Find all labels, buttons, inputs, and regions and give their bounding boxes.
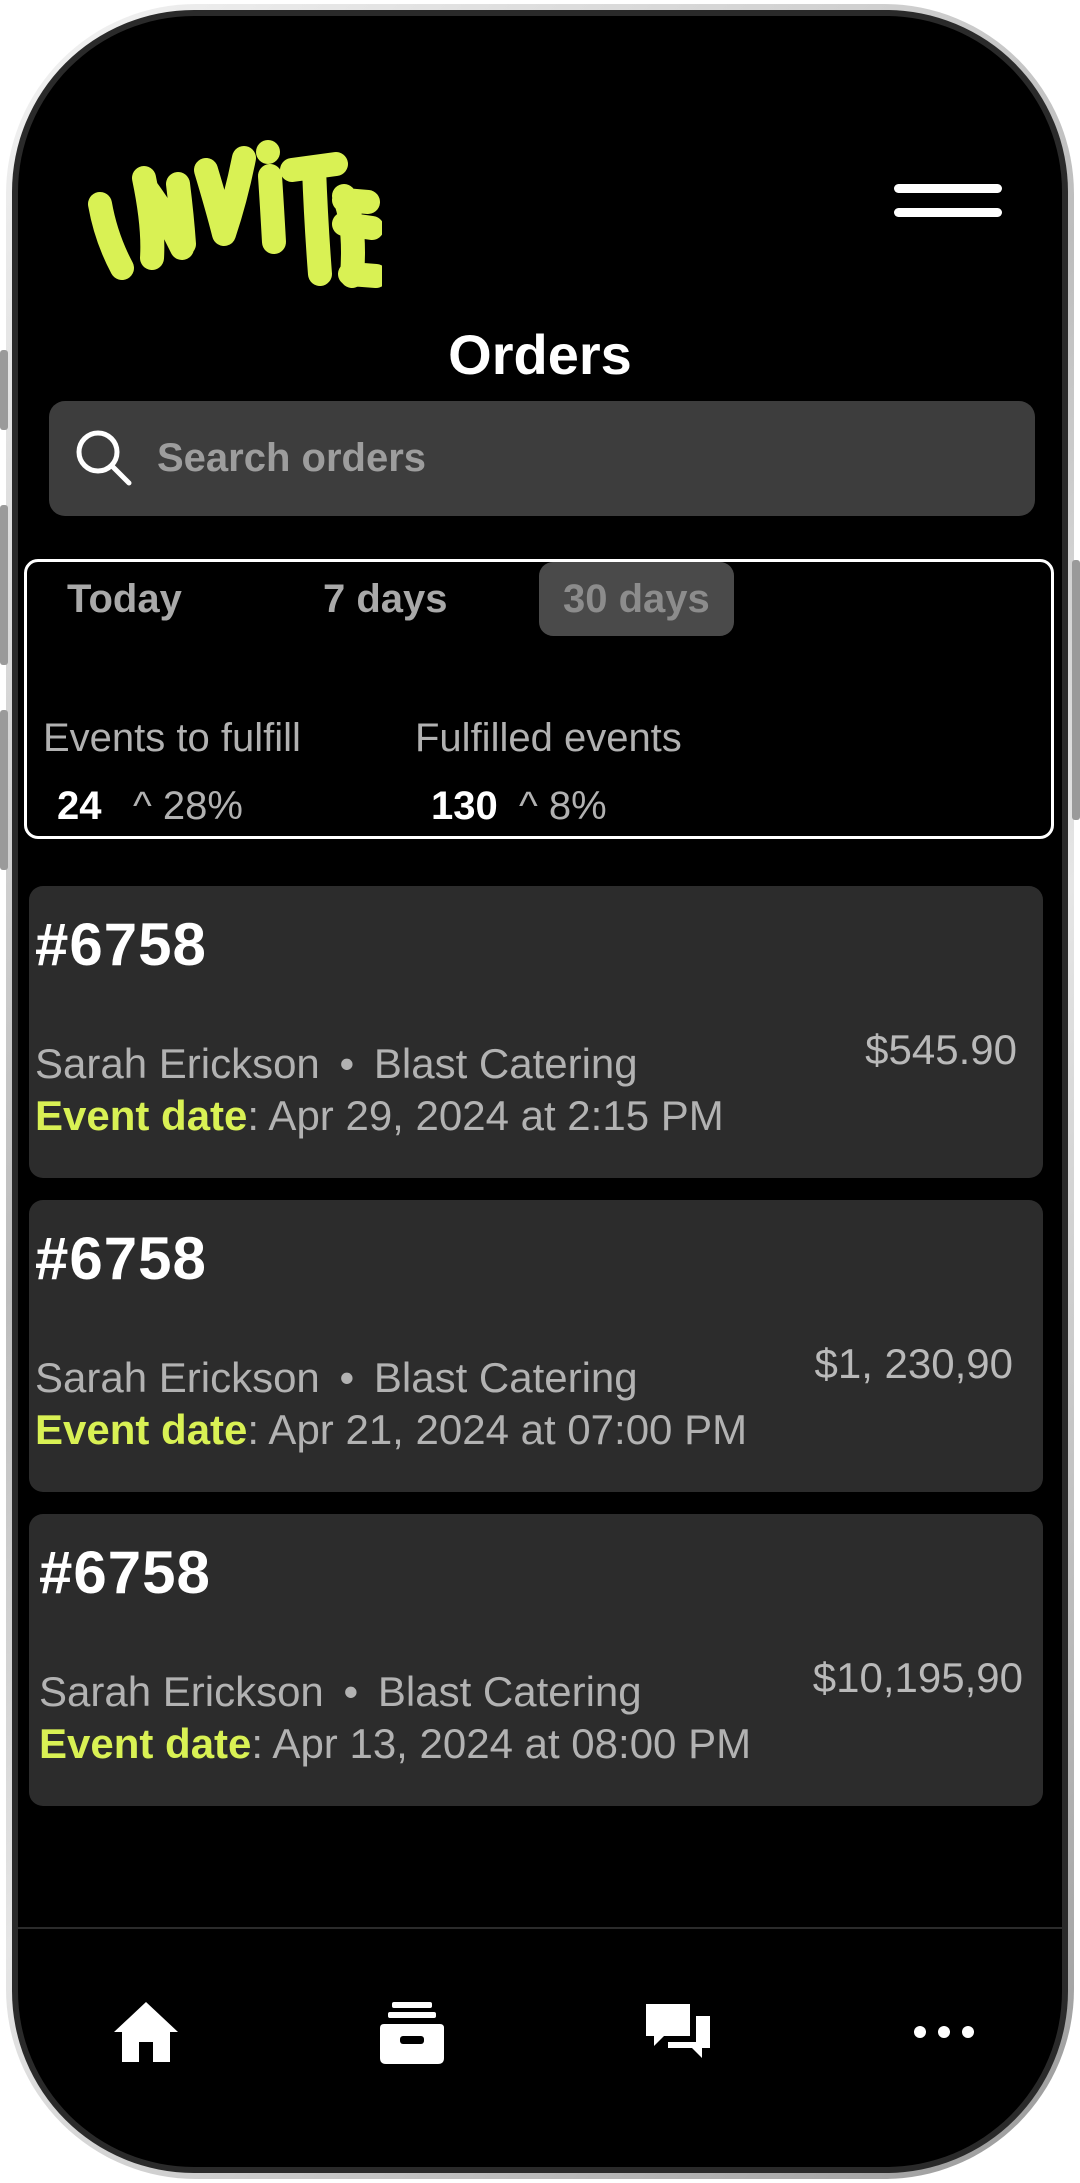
hamburger-menu-icon [894, 208, 1002, 217]
stat-value-fulfilled-events: 130 [431, 784, 498, 828]
order-event-date: Event date: Apr 21, 2024 at 07:00 PM [35, 1406, 747, 1454]
app-screen: Orders Today 7 days 30 days Events to fu… [18, 16, 1062, 2167]
order-id: #6758 [39, 1539, 211, 1606]
order-id: #6758 [35, 911, 207, 978]
order-vendor: Blast Catering [373, 1040, 638, 1087]
order-amount: $545.90 [865, 1026, 1017, 1073]
stat-change-events-to-fulfill: ^ 28% [133, 784, 243, 828]
stat-label-fulfilled-events: Fulfilled events [415, 716, 682, 760]
more-dots-icon [914, 2026, 974, 2038]
order-customer-vendor: Sarah Erickson • Blast Catering [35, 1040, 638, 1088]
nav-orders[interactable] [376, 1996, 448, 2068]
phone-side-button [0, 505, 8, 665]
order-stats-panel: Today 7 days 30 days Events to fulfill 2… [24, 559, 1054, 839]
order-event-date: Event date: Apr 29, 2024 at 2:15 PM [35, 1092, 724, 1140]
event-date-value: : Apr 29, 2024 at 2:15 PM [247, 1092, 724, 1139]
order-separator: • [339, 1354, 355, 1401]
order-id: #6758 [35, 1225, 207, 1292]
page-title: Orders [448, 323, 632, 386]
nav-more[interactable] [908, 1996, 980, 2068]
search-bar[interactable] [49, 401, 1035, 516]
stat-change-fulfilled-events: ^ 8% [519, 784, 607, 828]
order-vendor: Blast Catering [377, 1668, 642, 1715]
menu-button[interactable] [894, 184, 1002, 244]
phone-side-button [0, 350, 8, 430]
order-card[interactable]: #6758 Sarah Erickson • Blast Catering Ev… [29, 1514, 1043, 1806]
order-separator: • [343, 1668, 359, 1715]
phone-side-button [1072, 560, 1080, 820]
order-separator: • [339, 1040, 355, 1087]
order-vendor: Blast Catering [373, 1354, 638, 1401]
event-date-value: : Apr 21, 2024 at 07:00 PM [247, 1406, 748, 1453]
tab-30-days[interactable]: 30 days [539, 562, 734, 636]
chat-bubbles-icon [646, 2004, 710, 2058]
search-input[interactable] [157, 401, 1017, 516]
phone-side-button [0, 710, 8, 870]
order-customer-vendor: Sarah Erickson • Blast Catering [39, 1668, 642, 1716]
search-icon [76, 430, 132, 486]
stat-value-events-to-fulfill: 24 [57, 784, 102, 828]
nav-home[interactable] [110, 1996, 182, 2068]
tab-today[interactable]: Today [43, 562, 206, 636]
event-date-label: Event date [39, 1720, 252, 1767]
stat-label-events-to-fulfill: Events to fulfill [43, 716, 301, 760]
order-customer: Sarah Erickson [35, 1040, 320, 1087]
event-date-value: : Apr 13, 2024 at 08:00 PM [251, 1720, 752, 1767]
order-card[interactable]: #6758 Sarah Erickson • Blast Catering Ev… [29, 886, 1043, 1178]
order-amount: $10,195,90 [812, 1654, 1023, 1701]
event-date-label: Event date [35, 1092, 248, 1139]
order-customer: Sarah Erickson [35, 1354, 320, 1401]
nav-messages[interactable] [642, 1996, 714, 2068]
order-customer: Sarah Erickson [39, 1668, 324, 1715]
event-date-label: Event date [35, 1406, 248, 1453]
order-customer-vendor: Sarah Erickson • Blast Catering [35, 1354, 638, 1402]
inbox-tray-icon [380, 2002, 444, 2064]
order-card[interactable]: #6758 Sarah Erickson • Blast Catering Ev… [29, 1200, 1043, 1492]
hamburger-menu-icon [894, 184, 1002, 193]
order-amount: $1, 230,90 [814, 1340, 1013, 1387]
bottom-nav-divider [18, 1927, 1062, 1929]
invite-logo [88, 140, 382, 288]
order-event-date: Event date: Apr 13, 2024 at 08:00 PM [39, 1720, 751, 1768]
home-icon [114, 2002, 178, 2062]
tab-7-days[interactable]: 7 days [299, 562, 472, 636]
